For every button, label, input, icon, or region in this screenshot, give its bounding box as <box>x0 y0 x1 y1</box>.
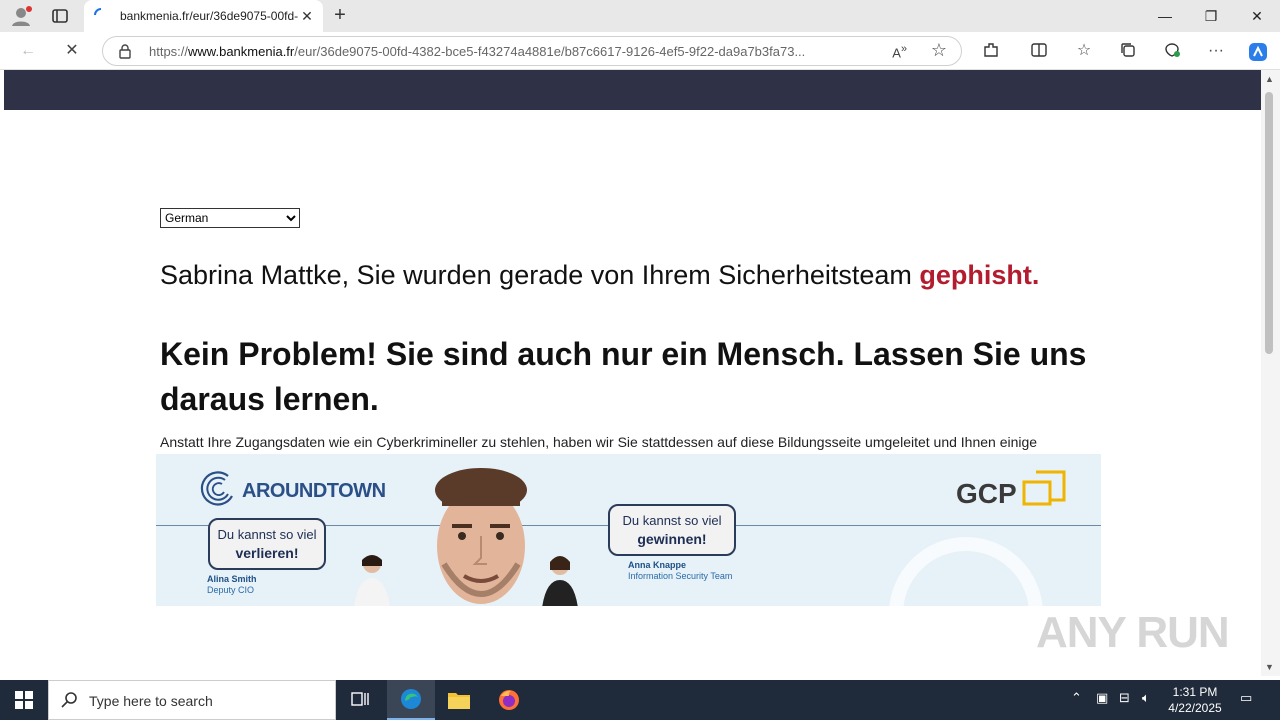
network-icon[interactable]: ⊟ <box>1119 690 1130 706</box>
phished-highlight: gephisht. <box>919 260 1040 290</box>
search-placeholder: Type here to search <box>89 693 213 709</box>
man-portrait <box>435 468 527 604</box>
file-explorer-icon[interactable] <box>435 680 483 720</box>
scrollbar-thumb[interactable] <box>1265 92 1273 354</box>
woman-right-figure <box>542 556 578 606</box>
address-bar[interactable]: https://www.bankmenia.fr/eur/36de9075-00… <box>102 36 962 66</box>
firefox-icon[interactable] <box>485 680 533 720</box>
gcp-logo: GCP <box>956 470 1066 510</box>
favorite-star-icon[interactable]: ☆ <box>931 40 947 61</box>
profile-icon[interactable] <box>10 5 34 27</box>
scroll-down-icon[interactable]: ▼ <box>1265 662 1274 672</box>
phished-message: Sabrina Mattke, Sie wurden gerade von Ih… <box>160 260 1040 290</box>
notifications-icon[interactable]: ▭ <box>1240 690 1252 706</box>
back-arrow-icon[interactable]: ← <box>18 41 38 61</box>
new-tab-button[interactable]: + <box>330 5 350 26</box>
woman-left-figure <box>354 555 390 606</box>
collections-icon[interactable] <box>1118 41 1138 61</box>
split-screen-icon[interactable] <box>1029 41 1049 61</box>
stop-loading-icon[interactable]: ✕ <box>62 41 82 61</box>
aroundtown-logo: AROUNDTOWN <box>198 468 388 512</box>
edge-taskbar-icon[interactable] <box>387 680 435 720</box>
url-text[interactable]: https://www.bankmenia.fr/eur/36de9075-00… <box>149 44 879 59</box>
browser-essentials-icon[interactable] <box>1162 41 1182 61</box>
close-window-button[interactable]: ✕ <box>1234 0 1280 32</box>
read-aloud-icon[interactable]: A» <box>892 43 907 60</box>
search-icon <box>61 691 79 709</box>
restore-button[interactable]: ❐ <box>1188 0 1234 32</box>
more-options-icon[interactable]: ··· <box>1206 41 1226 61</box>
speech-bubble-win: Du kannst so viel gewinnen! <box>608 504 736 556</box>
lock-icon[interactable] <box>117 43 133 59</box>
active-tab[interactable]: bankmenia.fr/eur/36de9075-00fd- ✕ <box>84 0 323 32</box>
decorative-circle <box>889 537 1043 606</box>
tray-chevron-icon[interactable]: ⌃ <box>1071 690 1082 706</box>
page-scrollbar[interactable]: ▲ ▼ <box>1261 70 1280 676</box>
training-banner: AROUNDTOWN GCP Du kannst so viel verlier… <box>156 454 1101 606</box>
speech-bubble-lose: Du kannst so viel verlieren! <box>208 518 326 570</box>
loading-icon <box>94 8 108 22</box>
person-label-left: Alina Smith Deputy CIO <box>207 574 257 595</box>
windows-taskbar: Type here to search ⌃ ▣ ⊟ 🔈︎ 1:31 PM 4/2… <box>0 680 1280 720</box>
start-button[interactable] <box>0 680 48 720</box>
browser-toolbar: ← ✕ https://www.bankmenia.fr/eur/36de907… <box>0 32 1280 70</box>
tab-title: bankmenia.fr/eur/36de9075-00fd- <box>120 9 298 23</box>
minimize-button[interactable]: — <box>1142 0 1188 32</box>
tab-strip: bankmenia.fr/eur/36de9075-00fd- ✕ + — ❐ … <box>0 0 1280 32</box>
favorites-icon[interactable]: ☆ <box>1074 41 1094 61</box>
extensions-icon[interactable] <box>981 41 1001 61</box>
tab-actions-icon[interactable] <box>50 6 70 26</box>
close-tab-icon[interactable]: ✕ <box>299 8 315 24</box>
volume-icon[interactable]: 🔈︎ <box>1142 690 1150 706</box>
tray-device-icon[interactable]: ▣ <box>1096 690 1108 706</box>
taskbar-clock[interactable]: 1:31 PM 4/22/2025 <box>1162 684 1228 716</box>
person-label-right: Anna Knappe Information Security Team <box>628 560 733 581</box>
anyrun-watermark: ANY RUN <box>1036 608 1230 657</box>
site-header-bar <box>4 70 1261 110</box>
scroll-up-icon[interactable]: ▲ <box>1265 74 1274 84</box>
task-view-icon[interactable] <box>336 680 384 720</box>
taskbar-search-box[interactable]: Type here to search <box>48 680 336 720</box>
page-headline: Kein Problem! Sie sind auch nur ein Mens… <box>160 336 1087 417</box>
copilot-icon[interactable] <box>1247 41 1267 61</box>
language-select[interactable]: German <box>160 208 300 228</box>
